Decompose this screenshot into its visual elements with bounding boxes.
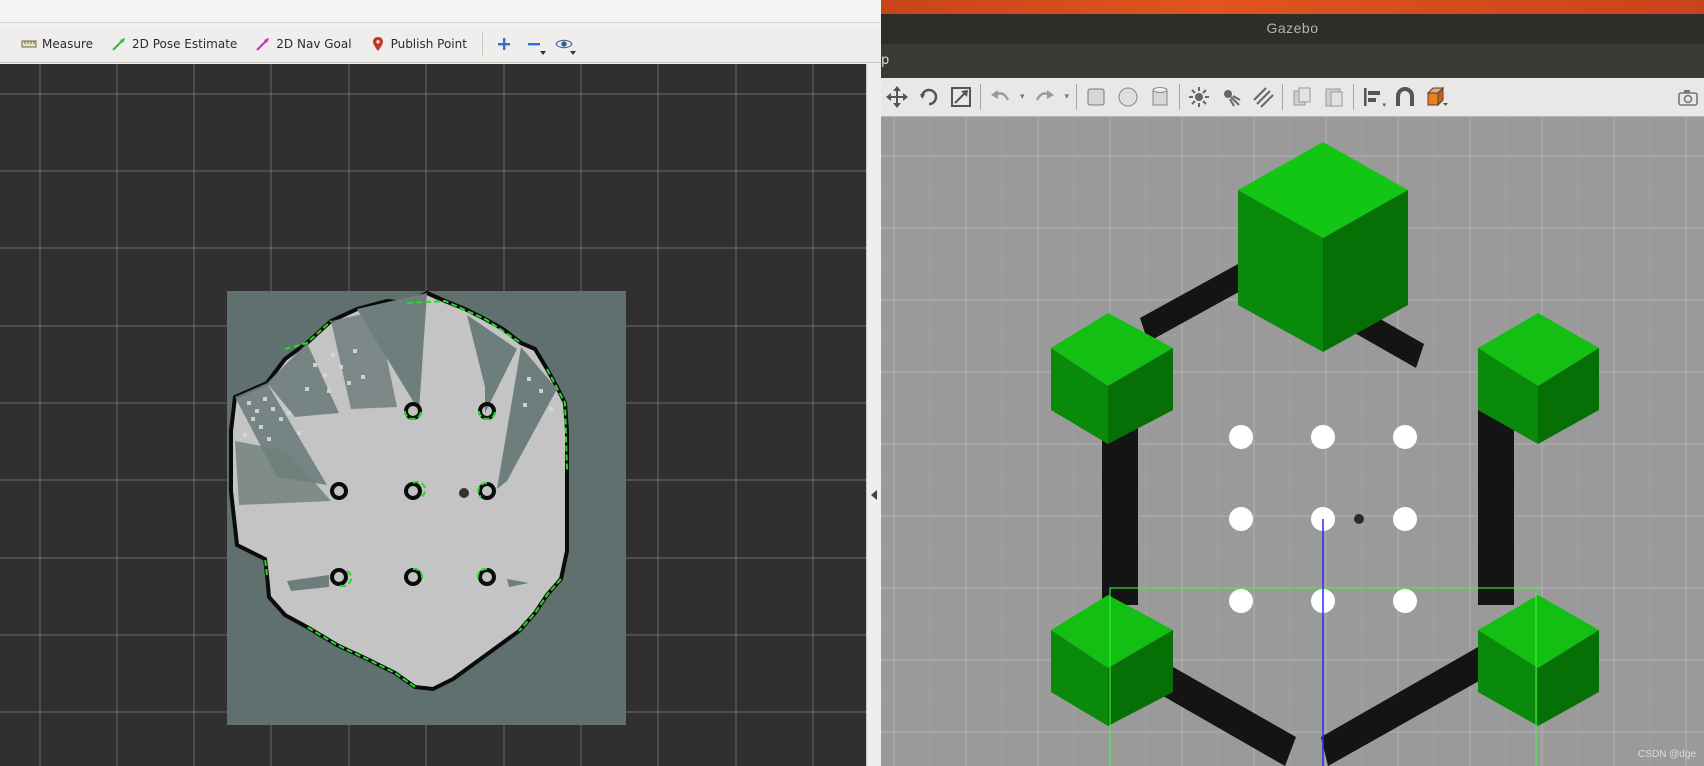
toolbar-separator	[1179, 84, 1181, 110]
map-pin-icon	[370, 36, 386, 52]
rviz-3d-view[interactable]	[0, 64, 866, 766]
toolbar-separator	[980, 84, 981, 110]
view-tool-button[interactable]	[551, 31, 577, 57]
watermark: CSDN @dge	[1638, 749, 1696, 760]
robot-marker	[459, 488, 469, 498]
scale-icon	[951, 87, 971, 107]
scale-mode-button[interactable]	[946, 82, 976, 112]
eye-icon	[555, 39, 573, 49]
plus-icon	[497, 38, 510, 50]
publish-point-tool-button[interactable]: Publish Point	[361, 30, 476, 58]
sphere-shape-button[interactable]	[1113, 82, 1143, 112]
green-arrow-icon	[111, 36, 127, 52]
point-light-button[interactable]	[1184, 82, 1214, 112]
gazebo-menubar: p	[881, 44, 1704, 78]
rviz-window: Measure 2D Pose Estimate 2D Nav Goal Pub…	[0, 0, 882, 766]
toolbar-separator	[1353, 84, 1355, 110]
paste-button[interactable]	[1319, 82, 1349, 112]
occupancy-map	[229, 291, 569, 692]
directional-light-icon	[1253, 87, 1274, 108]
gazebo-3d-viewport[interactable]: CSDN @dge	[881, 117, 1704, 766]
spot-light-button[interactable]	[1216, 82, 1246, 112]
magenta-arrow-icon	[255, 36, 271, 52]
redo-button[interactable]	[1030, 82, 1060, 112]
directional-light-button[interactable]	[1248, 82, 1278, 112]
measure-tool-button[interactable]: Measure	[12, 30, 102, 58]
snap-button[interactable]	[1390, 82, 1420, 112]
gazebo-window: Gazebo p ▾ ▾ ▾ CSDN @dge	[881, 0, 1704, 766]
undo-dropdown-icon[interactable]: ▾	[1020, 92, 1025, 102]
cylinder-shape-button[interactable]	[1145, 82, 1175, 112]
spotlight-icon	[1224, 90, 1241, 107]
magnet-icon	[1396, 87, 1415, 106]
desktop-accent-strip	[881, 0, 1704, 14]
translate-mode-button[interactable]	[882, 82, 912, 112]
undo-button[interactable]	[985, 82, 1015, 112]
remove-tool-button[interactable]	[521, 31, 547, 57]
screenshot-button[interactable]	[1673, 82, 1703, 112]
redo-icon	[1035, 90, 1054, 101]
gazebo-scene	[881, 117, 1704, 766]
gazebo-toolbar: ▾ ▾ ▾	[881, 78, 1704, 117]
measure-label: Measure	[42, 37, 93, 51]
ruler-icon	[21, 36, 37, 52]
copy-button[interactable]	[1287, 82, 1317, 112]
move-arrows-icon	[886, 86, 908, 108]
toolbar-separator	[1282, 84, 1284, 110]
toolbar-separator	[1076, 84, 1078, 110]
green-cube-bottom-left	[1051, 595, 1173, 726]
chevron-down-icon	[569, 51, 576, 55]
paste-icon	[1325, 88, 1343, 107]
sphere-icon	[1118, 87, 1138, 107]
cylinder-icon	[1152, 87, 1168, 106]
align-icon	[1364, 88, 1381, 106]
redo-dropdown-icon[interactable]: ▾	[1065, 92, 1070, 102]
menu-item-fragment[interactable]: p	[881, 53, 889, 68]
camera-icon	[1678, 90, 1698, 106]
rotate-mode-button[interactable]	[914, 82, 944, 112]
box-shape-button[interactable]	[1081, 82, 1111, 112]
minus-icon	[527, 43, 540, 46]
undo-icon	[991, 90, 1010, 101]
chevron-down-icon	[539, 51, 546, 55]
view-angle-button[interactable]	[1422, 82, 1452, 112]
nav-goal-label: 2D Nav Goal	[276, 37, 352, 51]
window-title: Gazebo	[1266, 20, 1319, 36]
robot-model	[1354, 514, 1364, 524]
orange-cube-icon	[1426, 86, 1449, 107]
rotate-icon	[920, 88, 938, 106]
green-cube-bottom-right	[1478, 595, 1599, 726]
toolbar-separator	[481, 33, 483, 55]
nav-goal-tool-button[interactable]: 2D Nav Goal	[246, 30, 360, 58]
sun-icon	[1189, 87, 1210, 107]
collapse-left-icon[interactable]	[871, 490, 877, 500]
align-button[interactable]: ▾	[1358, 82, 1388, 112]
add-tool-button[interactable]	[491, 31, 517, 57]
publish-point-label: Publish Point	[390, 37, 467, 51]
panel-splitter[interactable]	[866, 64, 882, 766]
copy-icon	[1293, 87, 1311, 106]
rviz-toolbar: Measure 2D Pose Estimate 2D Nav Goal Pub…	[0, 26, 881, 63]
pose-estimate-tool-button[interactable]: 2D Pose Estimate	[102, 30, 246, 58]
pose-estimate-label: 2D Pose Estimate	[132, 37, 238, 51]
rviz-top-strip	[0, 0, 881, 23]
box-icon	[1087, 88, 1105, 106]
